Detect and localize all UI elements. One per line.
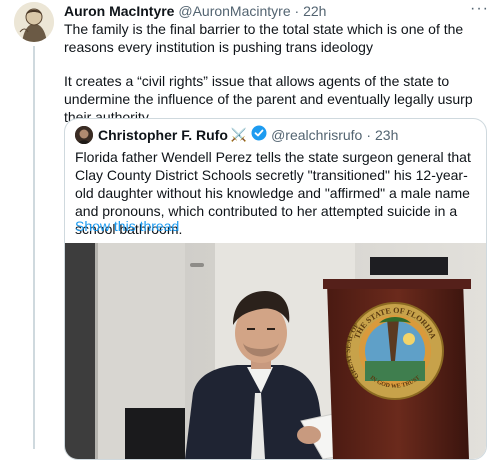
quoted-tweet-header: Christopher F. Rufo ⚔️ @realchrisrufo · … [75, 125, 398, 145]
tweet-text: The family is the final barrier to the t… [64, 20, 494, 126]
quoted-header-separator: · [366, 127, 371, 143]
tweet-header: Auron MacIntyre @AuronMacintyre · 22h [64, 2, 464, 20]
author-avatar[interactable] [14, 2, 54, 42]
quoted-author-avatar [75, 126, 93, 144]
tweet-timestamp[interactable]: 22h [303, 3, 326, 19]
more-options-icon[interactable]: ··· [470, 0, 489, 18]
tweet-paragraph: The family is the final barrier to the t… [64, 21, 464, 55]
quoted-tweet-card[interactable]: Christopher F. Rufo ⚔️ @realchrisrufo · … [64, 118, 487, 460]
author-handle[interactable]: @AuronMacintyre [178, 3, 290, 19]
thread-line [33, 46, 35, 449]
quoted-tweet-timestamp: 23h [375, 127, 399, 143]
verified-badge-icon [251, 125, 267, 146]
author-display-name[interactable]: Auron MacIntyre [64, 3, 174, 19]
quoted-tweet-media[interactable]: THE STATE OF FLORIDA GREAT SEAL OF IN GO… [65, 243, 486, 459]
crossed-swords-emoji: ⚔️ [230, 127, 248, 142]
quoted-author-handle: @realchrisrufo [271, 127, 363, 143]
quoted-author-display-name: Christopher F. Rufo [98, 127, 228, 143]
show-thread-link[interactable]: Show this thread [75, 217, 179, 235]
header-separator: · [294, 3, 300, 19]
